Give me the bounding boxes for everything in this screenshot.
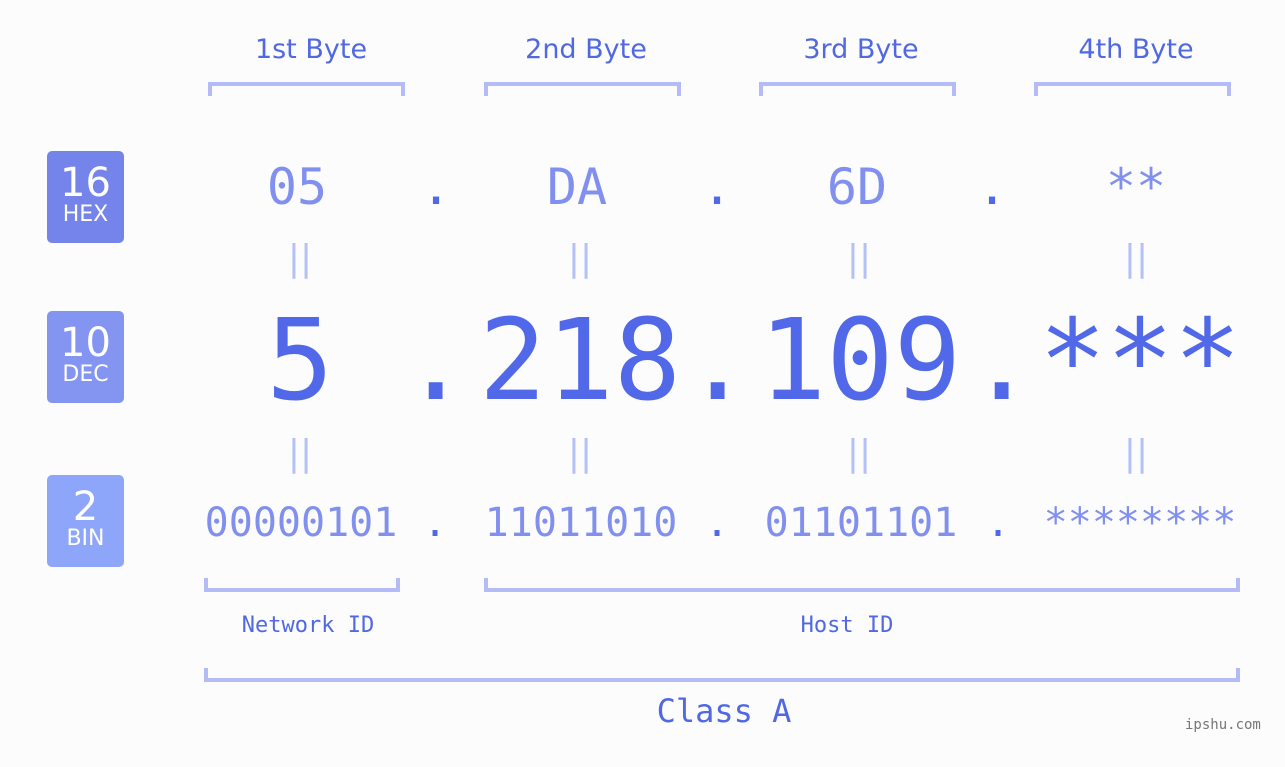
dec-value-2: 218 <box>478 296 682 426</box>
bin-value-3: 01101101 <box>764 500 958 546</box>
byte-bracket-4 <box>1034 82 1231 96</box>
equals-dec-bin-3: || <box>846 433 872 474</box>
dec-value-3: 109 <box>758 296 962 426</box>
bin-separator-2: . <box>704 500 730 546</box>
byte-label-2: 2nd Byte <box>525 34 647 65</box>
dec-separator-3: . <box>968 296 1036 426</box>
hex-value-4: ** <box>1105 158 1167 216</box>
hex-separator-3: . <box>976 158 1008 216</box>
equals-hex-dec-2: || <box>567 238 593 279</box>
equals-dec-bin-4: || <box>1123 433 1149 474</box>
dec-base: 10 <box>60 320 111 366</box>
dec-value-1: 5 <box>266 296 334 426</box>
network-id-label: Network ID <box>241 613 375 638</box>
bin-badge: 2 BIN <box>47 475 124 567</box>
class-bracket <box>204 668 1240 682</box>
dec-badge: 10 DEC <box>47 311 124 403</box>
watermark: ipshu.com <box>1185 717 1261 733</box>
equals-dec-bin-2: || <box>567 433 593 474</box>
byte-bracket-2 <box>484 82 681 96</box>
dec-separator-1: . <box>402 296 470 426</box>
hex-value-2: DA <box>546 158 608 216</box>
hex-separator-1: . <box>420 158 452 216</box>
bin-base: 2 <box>72 484 99 530</box>
host-id-label: Host ID <box>800 613 894 638</box>
bin-separator-1: . <box>422 500 448 546</box>
byte-bracket-3 <box>759 82 956 96</box>
hex-name: HEX <box>62 202 109 227</box>
byte-label-3: 3rd Byte <box>803 34 919 65</box>
bin-separator-3: . <box>985 500 1011 546</box>
equals-hex-dec-4: || <box>1123 238 1149 279</box>
bin-value-1: 00000101 <box>204 500 398 546</box>
bin-value-4: ******** <box>1043 500 1237 546</box>
hex-value-1: 05 <box>266 158 328 216</box>
equals-hex-dec-3: || <box>846 238 872 279</box>
equals-hex-dec-1: || <box>287 238 313 279</box>
host-id-bracket <box>484 578 1240 592</box>
dec-name: DEC <box>62 362 109 387</box>
class-label: Class A <box>656 692 792 730</box>
dec-value-4: *** <box>1038 296 1242 426</box>
byte-bracket-1 <box>208 82 405 96</box>
byte-label-1: 1st Byte <box>254 34 368 65</box>
dec-separator-2: . <box>684 296 752 426</box>
byte-label-4: 4th Byte <box>1078 34 1194 65</box>
bin-value-2: 11011010 <box>484 500 678 546</box>
equals-dec-bin-1: || <box>287 433 313 474</box>
hex-base: 16 <box>60 160 111 206</box>
hex-value-3: 6D <box>826 158 888 216</box>
bin-name: BIN <box>66 526 105 551</box>
network-id-bracket <box>204 578 400 592</box>
hex-separator-2: . <box>701 158 733 216</box>
hex-badge: 16 HEX <box>47 151 124 243</box>
